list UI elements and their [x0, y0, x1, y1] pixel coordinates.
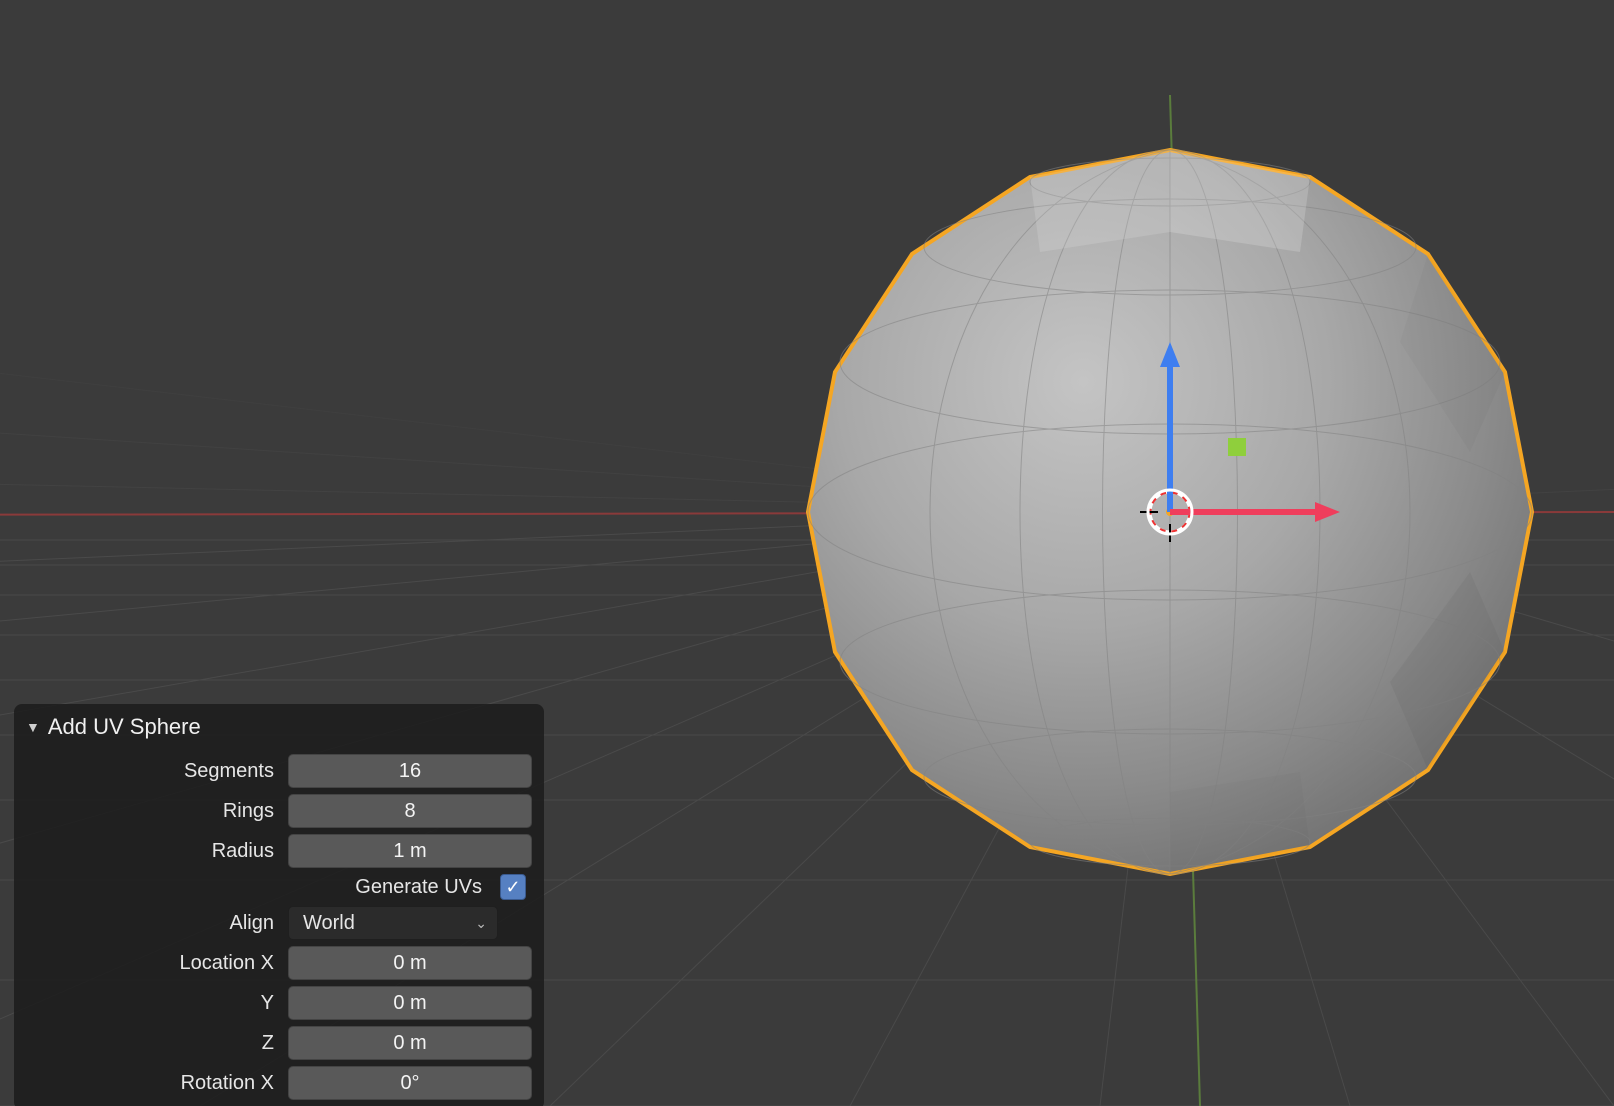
chevron-down-icon: ⌄ [475, 915, 487, 932]
generate-uvs-checkbox[interactable]: ✓ [500, 874, 526, 900]
location-x-label: Location X [26, 952, 278, 975]
operator-panel-title: Add UV Sphere [48, 714, 201, 740]
3d-viewport[interactable]: ▼ Add UV Sphere Segments 16 Rings 8 Radi… [0, 0, 1614, 1106]
location-z-label: Z [26, 1032, 278, 1055]
operator-panel-header[interactable]: ▼ Add UV Sphere [14, 704, 544, 754]
check-icon: ✓ [505, 877, 520, 898]
radius-field[interactable]: 1 m [288, 834, 532, 868]
segments-label: Segments [26, 760, 278, 783]
location-y-label: Y [26, 992, 278, 1015]
segments-field[interactable]: 16 [288, 754, 532, 788]
disclosure-triangle-icon: ▼ [26, 719, 40, 735]
location-z-field[interactable]: 0 m [288, 1026, 532, 1060]
align-label: Align [26, 912, 278, 935]
location-y-field[interactable]: 0 m [288, 986, 532, 1020]
rings-label: Rings [26, 800, 278, 823]
align-dropdown[interactable]: World ⌄ [288, 906, 498, 940]
radius-label: Radius [26, 840, 278, 863]
rotation-x-label: Rotation X [26, 1072, 278, 1095]
rings-field[interactable]: 8 [288, 794, 532, 828]
gizmo-handle-y[interactable] [1228, 438, 1246, 456]
rotation-x-field[interactable]: 0° [288, 1066, 532, 1100]
operator-panel[interactable]: ▼ Add UV Sphere Segments 16 Rings 8 Radi… [14, 704, 544, 1106]
location-x-field[interactable]: 0 m [288, 946, 532, 980]
generate-uvs-label: Generate UVs [355, 876, 486, 899]
